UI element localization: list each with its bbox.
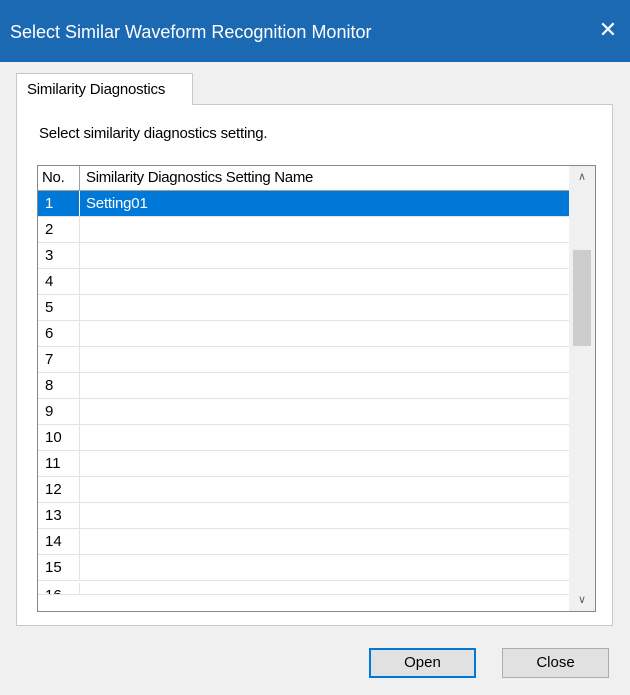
table-row[interactable]: 14	[38, 529, 569, 555]
table-row[interactable]: 11	[38, 451, 569, 477]
close-icon[interactable]: ✕	[596, 16, 620, 44]
scrollbar-thumb[interactable]	[573, 250, 591, 346]
row-setting-name	[80, 529, 569, 554]
row-number: 8	[38, 373, 80, 398]
grid-header: No. Similarity Diagnostics Setting Name	[38, 166, 569, 191]
row-setting-name	[80, 581, 569, 594]
row-setting-name	[80, 503, 569, 528]
row-setting-name	[80, 425, 569, 450]
open-button[interactable]: Open	[369, 648, 476, 678]
row-number: 11	[38, 451, 80, 476]
row-number: 6	[38, 321, 80, 346]
row-setting-name	[80, 347, 569, 372]
row-number: 1	[38, 191, 80, 216]
row-number: 2	[38, 217, 80, 242]
row-setting-name	[80, 321, 569, 346]
row-setting-name	[80, 217, 569, 242]
table-row[interactable]: 4	[38, 269, 569, 295]
row-number: 9	[38, 399, 80, 424]
tab-panel: Select similarity diagnostics setting. N…	[16, 104, 613, 626]
table-row[interactable]: 7	[38, 347, 569, 373]
title-bar: Select Similar Waveform Recognition Moni…	[0, 0, 630, 62]
row-number: 5	[38, 295, 80, 320]
table-row[interactable]: 12	[38, 477, 569, 503]
row-number: 16	[38, 583, 80, 594]
tab-label: Similarity Diagnostics	[27, 81, 166, 98]
row-setting-name	[80, 295, 569, 320]
row-setting-name	[80, 451, 569, 476]
instruction-text: Select similarity diagnostics setting.	[39, 125, 268, 142]
row-setting-name	[80, 373, 569, 398]
row-number: 15	[38, 555, 80, 580]
vertical-scrollbar[interactable]: ∧ ∨	[569, 166, 595, 611]
row-number: 7	[38, 347, 80, 372]
table-row[interactable]: 8	[38, 373, 569, 399]
row-setting-name	[80, 243, 569, 268]
close-button[interactable]: Close	[502, 648, 609, 678]
table-row[interactable]: 10	[38, 425, 569, 451]
row-number: 14	[38, 529, 80, 554]
scroll-up-icon[interactable]: ∧	[569, 166, 595, 188]
table-row[interactable]: 6	[38, 321, 569, 347]
row-number: 3	[38, 243, 80, 268]
table-row[interactable]: 2	[38, 217, 569, 243]
row-setting-name	[80, 399, 569, 424]
table-row[interactable]: 9	[38, 399, 569, 425]
settings-grid: No. Similarity Diagnostics Setting Name …	[37, 165, 596, 612]
table-row[interactable]: 3	[38, 243, 569, 269]
tab-similarity-diagnostics[interactable]: Similarity Diagnostics	[16, 73, 193, 105]
scroll-down-icon[interactable]: ∨	[569, 589, 595, 611]
table-row[interactable]: 15	[38, 555, 569, 581]
row-number: 4	[38, 269, 80, 294]
table-row[interactable]: 1 Setting01	[38, 191, 569, 217]
row-number: 13	[38, 503, 80, 528]
row-number: 10	[38, 425, 80, 450]
row-setting-name	[80, 269, 569, 294]
column-header-no[interactable]: No.	[38, 166, 80, 190]
table-row[interactable]: 5	[38, 295, 569, 321]
column-header-setting-name[interactable]: Similarity Diagnostics Setting Name	[80, 166, 569, 190]
grid-rows: 1Setting0123456789101112131415 16	[38, 191, 569, 595]
row-setting-name	[80, 555, 569, 580]
row-setting-name: Setting01	[80, 191, 569, 216]
table-row[interactable]: 16	[38, 581, 569, 595]
window-title: Select Similar Waveform Recognition Moni…	[10, 22, 372, 42]
row-number: 12	[38, 477, 80, 502]
table-row[interactable]: 13	[38, 503, 569, 529]
row-setting-name	[80, 477, 569, 502]
